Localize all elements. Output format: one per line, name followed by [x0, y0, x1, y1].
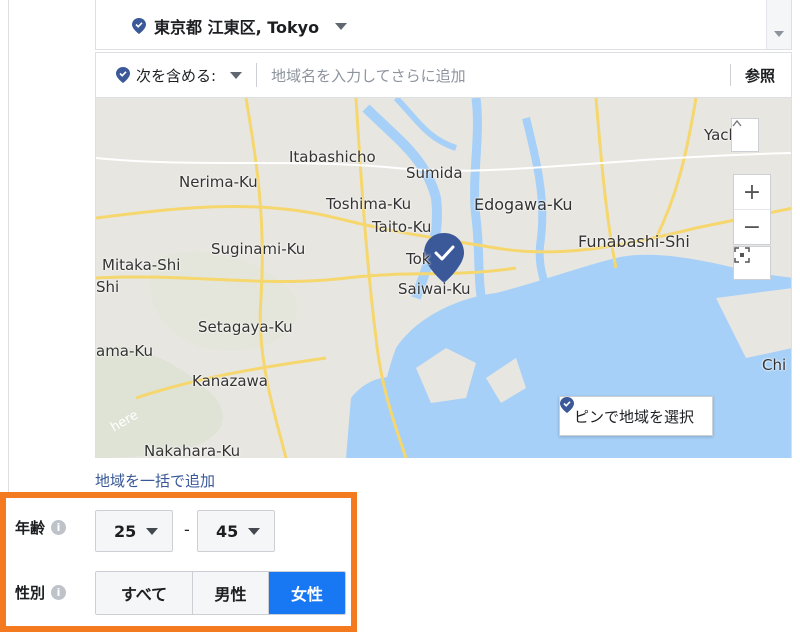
map-label: Nerima-Ku — [179, 173, 258, 191]
frame-border — [8, 0, 9, 492]
map-label: Saiwai-Ku — [398, 280, 471, 298]
age-label: 年齢 — [15, 519, 46, 537]
map-label: Itabashicho — [289, 148, 376, 166]
gender-label-row: 性別 i — [15, 582, 67, 603]
browse-button[interactable]: 参照 — [731, 65, 791, 86]
location-name: 東京都 江東区, Tokyo — [154, 18, 320, 37]
map-pan-button[interactable] — [731, 118, 759, 152]
zoom-out-button[interactable]: − — [734, 210, 770, 244]
map[interactable]: Yachi Itabashicho Sumida Nerima-Ku Toshi… — [95, 98, 792, 458]
scrollbar[interactable] — [766, 0, 791, 49]
gender-option-all[interactable]: すべて — [96, 572, 193, 614]
gender-selector: すべて 男性 女性 — [95, 571, 346, 615]
zoom-controls: + − — [733, 174, 771, 245]
map-label: Tok — [406, 250, 431, 268]
bulk-add-link[interactable]: 地域を一括で追加 — [95, 470, 215, 491]
gender-option-female[interactable]: 女性 — [269, 572, 345, 614]
location-pin-icon — [560, 397, 574, 413]
map-label: Edogawa-Ku — [474, 195, 573, 214]
map-label: Sumida — [406, 164, 463, 182]
chevron-up-icon — [732, 119, 742, 127]
include-label: 次を含める: — [136, 66, 217, 85]
map-label: Kanazawa — [192, 372, 268, 390]
age-min-value: 25 — [114, 521, 137, 541]
chevron-down-icon — [248, 527, 261, 535]
gender-option-male[interactable]: 男性 — [193, 572, 269, 614]
include-dropdown[interactable]: 次を含める: — [96, 65, 243, 86]
age-range-dash: - — [184, 520, 190, 539]
map-label: Taito-Ku — [372, 218, 432, 236]
map-label: Chi — [762, 356, 787, 374]
map-label: Nakahara-Ku — [144, 442, 241, 458]
chevron-down-icon[interactable] — [230, 71, 243, 79]
location-search-input[interactable]: 地域名を入力してさらに追加 — [257, 65, 730, 86]
location-panel: 東京都 江東区, Tokyo — [95, 0, 792, 50]
map-label: Toshima-Ku — [326, 195, 412, 213]
map-label: ama-Ku — [96, 342, 154, 360]
pin-select-button[interactable]: ピンで地域を選択 — [559, 396, 714, 436]
scroll-down-icon[interactable] — [774, 31, 784, 37]
info-icon[interactable]: i — [51, 585, 67, 600]
chevron-down-icon[interactable] — [335, 22, 348, 30]
selected-location[interactable]: 東京都 江東区, Tokyo — [132, 14, 348, 38]
age-max-select[interactable]: 45 — [197, 510, 276, 552]
map-label: Mitaka-Shi — [102, 256, 181, 274]
fullscreen-button[interactable] — [733, 246, 771, 280]
age-label-row: 年齢 i — [15, 517, 67, 538]
pin-select-label: ピンで地域を選択 — [574, 407, 695, 426]
zoom-in-button[interactable]: + — [734, 175, 770, 210]
age-min-select[interactable]: 25 — [95, 510, 174, 552]
age-max-value: 45 — [216, 521, 239, 541]
gender-label: 性別 — [15, 584, 46, 602]
info-icon[interactable]: i — [51, 520, 67, 535]
map-label: Suginami-Ku — [211, 240, 306, 258]
location-pin-icon — [116, 67, 130, 83]
map-label: Shi — [96, 278, 120, 296]
location-pin-icon — [132, 18, 146, 34]
fullscreen-icon — [734, 247, 770, 279]
map-label: Setagaya-Ku — [198, 318, 293, 336]
map-label: Funabashi-Shi — [578, 232, 690, 251]
chevron-down-icon — [146, 527, 159, 535]
location-search-row: 次を含める: 地域名を入力してさらに追加 参照 — [95, 52, 792, 98]
